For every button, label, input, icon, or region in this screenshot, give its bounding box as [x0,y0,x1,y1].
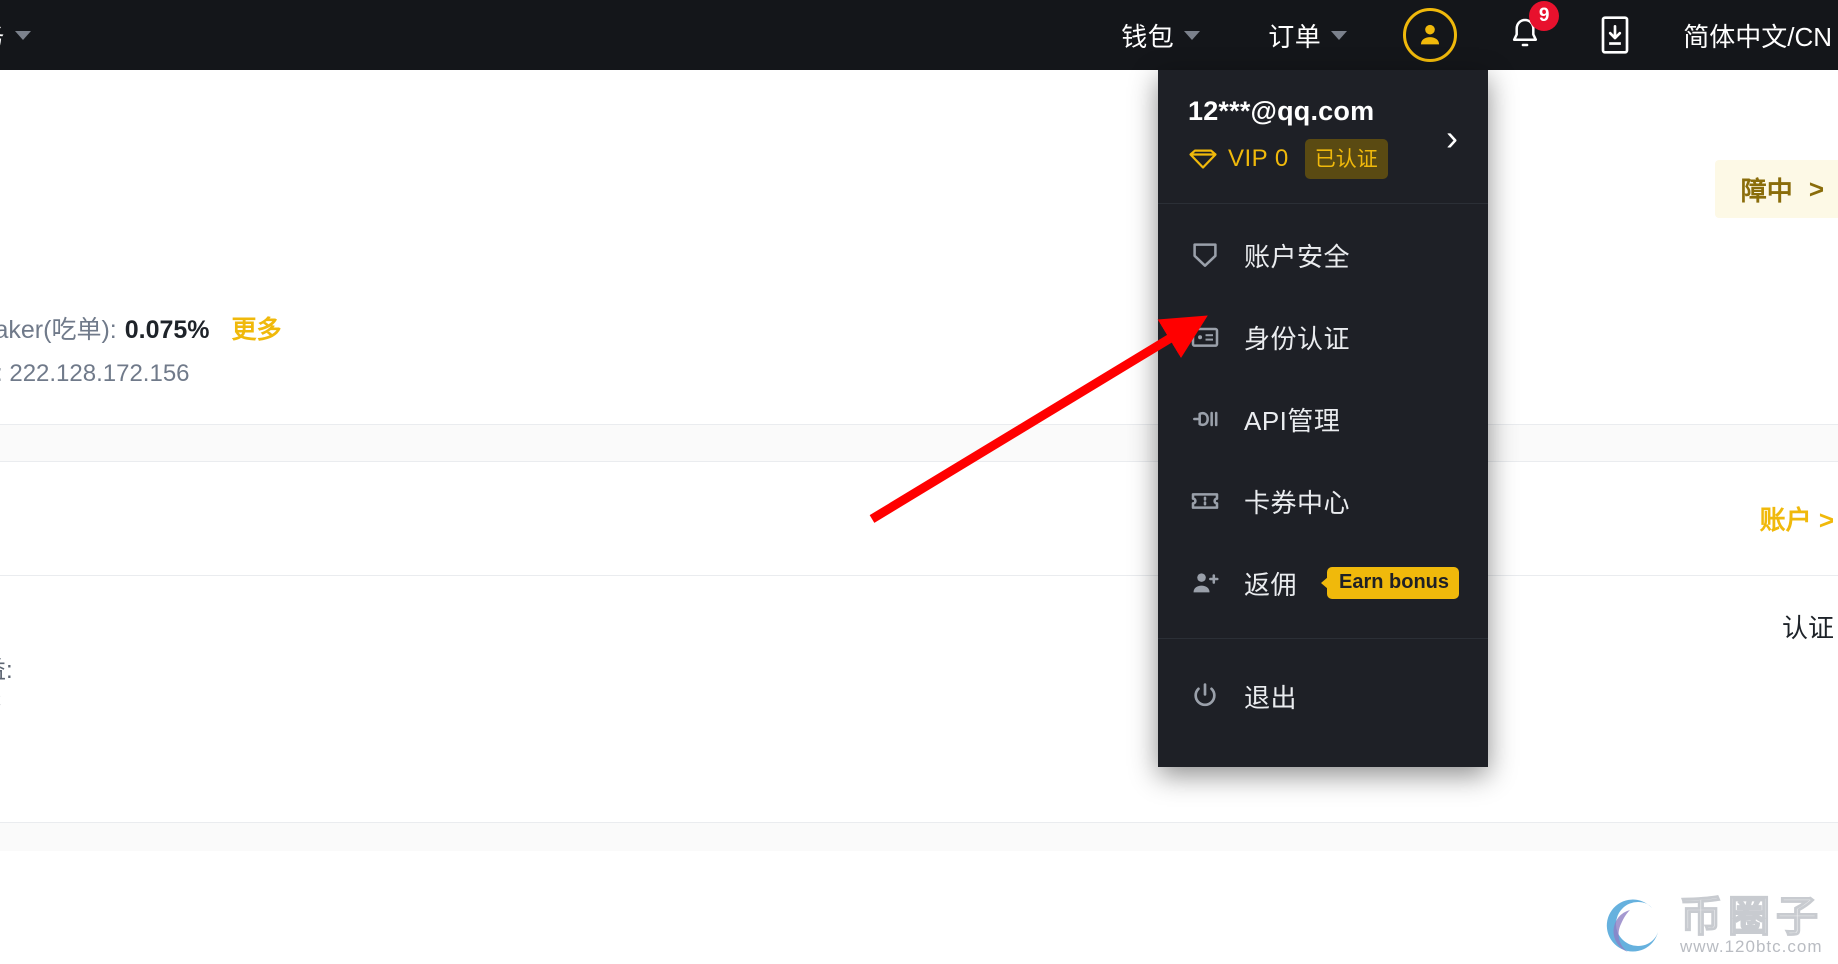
ip-address-text: P: 222.128.172.156 [0,360,190,387]
menu-item-identity-verification[interactable]: 身份认证 [1158,296,1488,378]
account-link-label: 账户 [1759,505,1812,535]
content-band-grey-2 [0,823,1838,851]
nav-item-wallet[interactable]: 钱包 [1121,17,1201,54]
menu-item-api-management[interactable]: API管理 [1158,378,1488,460]
user-avatar-icon [1421,24,1440,45]
shield-icon [1188,238,1222,272]
download-app-button[interactable] [1595,12,1635,58]
menu-item-account-security-label: 账户安全 [1244,241,1351,272]
watermark: 币圈子 www.120btc.com [1600,890,1824,962]
notifications-button[interactable]: 9 [1503,1,1560,58]
top-navigation-bar: 业务 钱包 订单 [0,0,1838,70]
content-divider-3 [0,575,1838,576]
menu-item-logout[interactable]: 退出 [1158,655,1488,737]
account-dropdown-panel: 12***@qq.com VIP 0 已认证 › 账户安全 身份认证 API管理… [1158,70,1488,767]
watermark-text: 币圈子 www.120btc.com [1679,892,1824,957]
nav-left-group: 业务 [0,0,32,70]
menu-item-account-security[interactable]: 账户安全 [1158,214,1488,296]
chevron-down-icon [1331,30,1348,40]
nav-item-business[interactable]: 业务 [0,17,32,54]
watermark-logo-icon [1606,899,1658,952]
chevron-down-icon [15,30,32,40]
account-avatar-button[interactable] [1403,8,1458,62]
verified-badge: 已认证 [1304,139,1388,179]
nav-right-group: 钱包 订单 9 简体中文/CN [1121,0,1838,70]
vip-row: VIP 0 已认证 [1188,139,1388,179]
ticket-icon [1188,484,1222,518]
account-summary-row[interactable]: 12***@qq.com VIP 0 已认证 › [1158,70,1488,204]
diamond-icon [1189,149,1217,169]
protection-status-label: 障中 [1740,175,1793,206]
taker-fee-label: Taker(吃单): [0,316,117,344]
chevron-right-icon: > [1818,505,1834,535]
content-band-grey [0,425,1838,461]
menu-item-coupon-center[interactable]: 卡券中心 [1158,460,1488,542]
dropdown-main-section: 账户安全 身份认证 API管理 卡券中心 返佣 Earn bonus [1158,204,1488,638]
earn-bonus-badge: Earn bonus [1327,567,1460,599]
verification-text: 认证 [1781,613,1834,643]
vip-level-label: VIP 0 [1228,145,1289,172]
chevron-down-icon [1184,30,1201,40]
chevron-right-icon: > [1808,173,1824,204]
page-root: Taker(吃单): 0.075% 更多 P: 222.128.172.156 … [0,0,1838,964]
taker-fee-more-link[interactable]: 更多 [232,310,282,346]
menu-item-api-management-label: API管理 [1244,405,1341,436]
language-selector[interactable]: 简体中文/CN [1683,17,1838,54]
protection-status-pill[interactable]: 障中 > [1714,160,1838,218]
id-card-icon [1188,320,1222,354]
watermark-url: www.120btc.com [1679,937,1823,957]
taker-fee-value: 0.075% [124,316,210,344]
nav-item-orders-label: 订单 [1268,21,1322,52]
menu-item-referral[interactable]: 返佣 Earn bonus [1158,542,1488,624]
menu-item-coupon-center-label: 卡券中心 [1244,487,1351,518]
taker-fee-row: Taker(吃单): 0.075% 更多 [0,310,282,346]
notifications-badge: 9 [1529,1,1560,31]
account-summary-info: 12***@qq.com VIP 0 已认证 [1188,96,1388,179]
menu-item-logout-label: 退出 [1244,682,1298,713]
download-app-icon [1601,16,1629,54]
api-plug-icon [1188,402,1222,436]
nav-item-business-label: 业务 [0,17,5,54]
earnings-label: 益: [0,657,13,684]
dropdown-logout-section: 退出 [1158,638,1488,767]
power-icon [1188,679,1222,713]
menu-item-referral-label: 返佣 [1244,569,1298,600]
annotation-arrow [869,315,1208,523]
account-email: 12***@qq.com [1188,96,1375,126]
user-plus-icon [1188,566,1222,600]
nav-item-orders[interactable]: 订单 [1268,17,1348,54]
account-link[interactable]: 账户 > [1760,500,1834,537]
currency-label: C [0,688,1,716]
watermark-brand: 币圈子 [1679,892,1824,940]
menu-item-identity-verification-label: 身份认证 [1244,323,1351,354]
nav-item-wallet-label: 钱包 [1121,21,1175,52]
content-divider-2 [0,461,1838,462]
chevron-right-icon: › [1446,116,1458,158]
